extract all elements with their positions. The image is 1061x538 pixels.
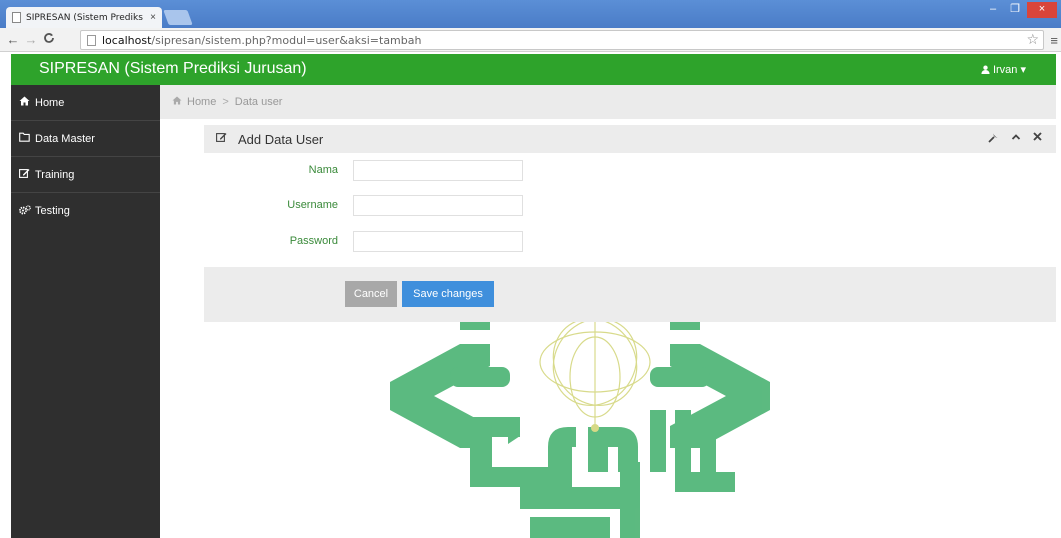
browser-toolbar: ← → localhost/sipresan/sistem.php?modul=…: [0, 28, 1061, 52]
password-label: Password: [289, 235, 338, 247]
page-icon: [12, 12, 21, 23]
form-row-nama: Nama: [204, 160, 1056, 182]
collapse-chevron-icon[interactable]: [1011, 132, 1021, 146]
sidebar-item-label: Training: [35, 168, 75, 181]
home-icon: [19, 96, 35, 109]
sidebar-item-label: Data Master: [35, 132, 95, 145]
breadcrumb: Home > Data user: [160, 85, 1056, 119]
edit-icon: [19, 168, 35, 181]
bookmark-star-icon[interactable]: ☆: [1026, 32, 1039, 48]
close-icon[interactable]: [1033, 132, 1042, 146]
user-name: Irvan: [992, 64, 1018, 76]
add-user-panel: Add Data User Nama Username Password Can…: [204, 125, 1056, 322]
edit-icon: [216, 132, 238, 146]
home-icon: [172, 96, 182, 108]
wrench-icon[interactable]: [988, 132, 999, 146]
nama-label: Nama: [308, 164, 338, 176]
minimize-button[interactable]: –: [983, 2, 1003, 18]
user-icon: [981, 65, 990, 74]
watermark-logo: [390, 322, 770, 538]
sidebar-item-training[interactable]: Training: [11, 157, 160, 193]
sidebar-item-label: Testing: [35, 205, 70, 217]
sidebar-item-home[interactable]: Home: [11, 85, 160, 121]
password-input[interactable]: [353, 231, 523, 252]
user-menu[interactable]: Irvan ▾: [981, 63, 1026, 76]
forward-arrow-icon[interactable]: →: [22, 32, 40, 47]
maximize-button[interactable]: ❐: [1005, 2, 1025, 18]
form-row-username: Username: [204, 195, 1056, 217]
browser-tab[interactable]: SIPRESAN (Sistem Prediks ×: [6, 7, 162, 28]
panel-header: Add Data User: [204, 125, 1056, 153]
form-body: Nama Username Password: [204, 153, 1056, 267]
tab-close-icon[interactable]: ×: [150, 12, 156, 23]
folder-icon: [19, 132, 35, 145]
sidebar-item-data-master[interactable]: Data Master: [11, 121, 160, 157]
gears-icon: [19, 204, 35, 218]
panel-tools: [988, 132, 1042, 146]
app-brand[interactable]: SIPRESAN (Sistem Prediksi Jurusan): [39, 60, 307, 78]
window-controls: – ❐ ×: [983, 2, 1057, 18]
username-input[interactable]: [353, 195, 523, 216]
page-icon: [87, 34, 96, 46]
save-changes-button[interactable]: Save changes: [402, 281, 494, 307]
breadcrumb-separator: >: [222, 96, 229, 108]
caret-down-icon: ▾: [1020, 64, 1026, 76]
form-row-password: Password: [204, 231, 1056, 253]
browser-titlebar: SIPRESAN (Sistem Prediks × – ❐ ×: [0, 0, 1061, 28]
new-tab-button[interactable]: [163, 10, 193, 25]
sidebar-item-testing[interactable]: Testing: [11, 193, 160, 229]
username-label: Username: [287, 199, 338, 211]
tab-title: SIPRESAN (Sistem Prediks: [26, 12, 143, 23]
reload-icon[interactable]: [40, 32, 58, 47]
back-arrow-icon[interactable]: ←: [4, 32, 22, 47]
panel-title: Add Data User: [238, 131, 324, 147]
cancel-button[interactable]: Cancel: [345, 281, 397, 307]
nama-input[interactable]: [353, 160, 523, 181]
address-bar[interactable]: localhost/sipresan/sistem.php?modul=user…: [80, 30, 1044, 50]
browser-menu-icon[interactable]: ≡: [1050, 33, 1058, 48]
sidebar-item-label: Home: [35, 96, 65, 109]
breadcrumb-current: Data user: [234, 96, 283, 108]
form-footer: Cancel Save changes: [204, 267, 1056, 322]
url-path: /sipresan/sistem.php?modul=user&aksi=tam…: [151, 33, 422, 47]
window-close-button[interactable]: ×: [1027, 2, 1057, 18]
app-header: SIPRESAN (Sistem Prediksi Jurusan) Irvan…: [11, 54, 1056, 85]
sidebar: Home Data Master Training Testing: [11, 85, 160, 538]
url-host: localhost: [102, 33, 152, 47]
breadcrumb-home-link[interactable]: Home: [187, 96, 216, 108]
